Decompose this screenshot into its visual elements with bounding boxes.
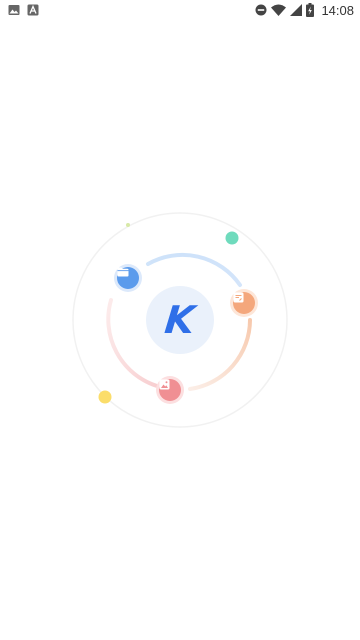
- green-dot: [225, 231, 239, 245]
- image-node: [159, 379, 181, 401]
- document-node: [233, 292, 255, 314]
- small-dot: [126, 223, 130, 227]
- image-icon: [159, 379, 170, 390]
- splash-screen: 14:08 K: [0, 0, 360, 640]
- orbit-arc-top: [146, 252, 242, 287]
- folder-node: [117, 267, 139, 289]
- splash-illustration: K: [0, 0, 360, 640]
- app-logo-letter: K: [162, 298, 198, 342]
- app-logo: K: [146, 286, 214, 354]
- document-icon: [233, 292, 244, 303]
- yellow-dot: [98, 390, 112, 404]
- folder-icon: [117, 267, 129, 277]
